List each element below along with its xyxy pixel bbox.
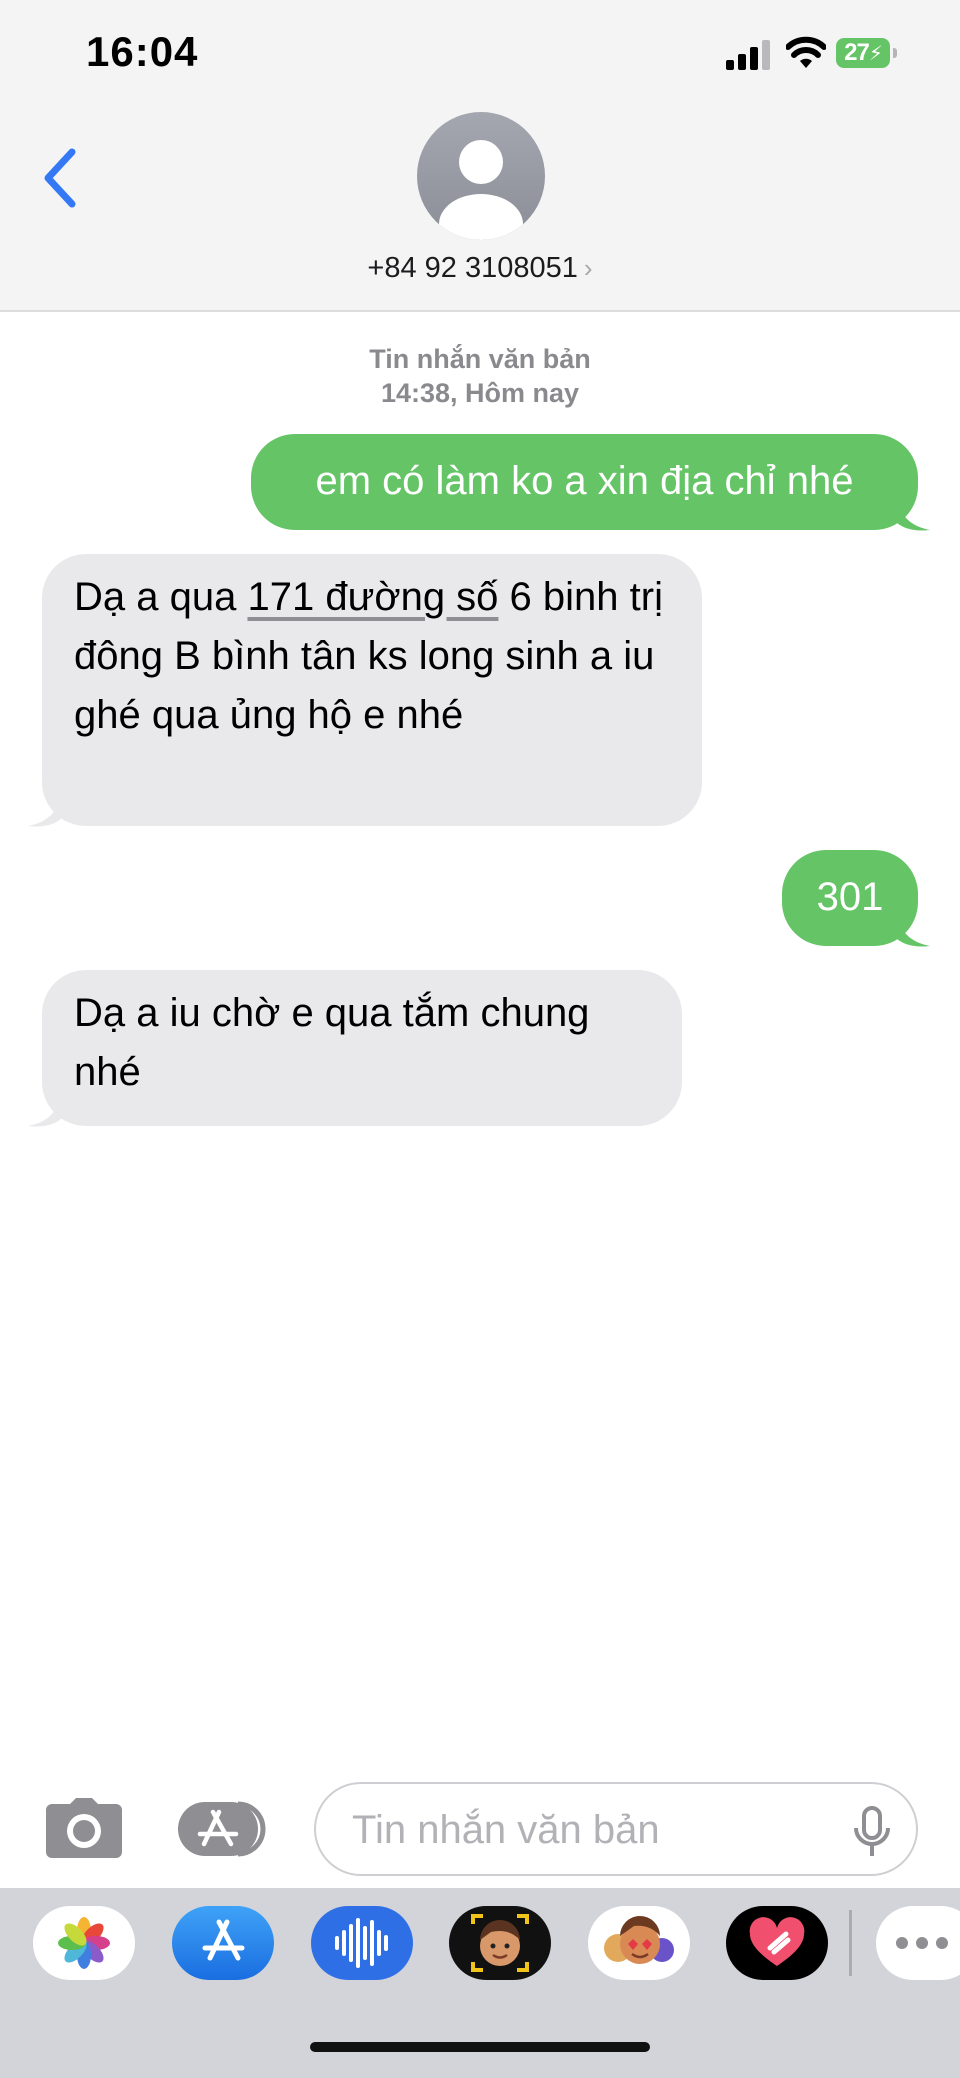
drawer-divider xyxy=(849,1910,852,1976)
audio-message-icon[interactable] xyxy=(311,1906,413,1980)
app-store-icon[interactable] xyxy=(172,1906,274,1980)
photos-icon[interactable] xyxy=(33,1906,135,1980)
microphone-icon[interactable] xyxy=(852,1806,892,1858)
timestamp-label: Tin nhắn văn bản xyxy=(369,344,591,374)
contact-number: +84 92 3108051 xyxy=(367,252,578,284)
message-input-field[interactable] xyxy=(314,1782,918,1876)
message-text: 301 xyxy=(816,875,884,919)
chevron-right-icon: › xyxy=(583,253,593,283)
contact-name[interactable]: +84 92 3108051 › xyxy=(0,252,960,285)
back-chevron-icon[interactable] xyxy=(40,146,80,210)
address-link[interactable]: 171 đường số xyxy=(247,575,498,619)
timestamp-time: 14:38, Hôm nay xyxy=(380,378,580,408)
memoji-stickers-icon[interactable] xyxy=(449,1906,551,1980)
outgoing-message-bubble[interactable]: em có làm ko a xin địa chỉ nhé xyxy=(251,434,918,530)
message-text: em có làm ko a xin địa chỉ nhé xyxy=(315,459,854,503)
digital-touch-icon[interactable] xyxy=(726,1906,828,1980)
more-icon[interactable] xyxy=(876,1906,960,1980)
animoji-icon[interactable] xyxy=(588,1906,690,1980)
incoming-message-bubble[interactable]: Dạ a qua 171 đường số 6 binh trị đông B … xyxy=(42,554,702,826)
bubble-tail xyxy=(28,792,62,827)
message-text: Dạ a qua xyxy=(74,575,248,619)
person-icon xyxy=(439,140,523,240)
bubble-tail xyxy=(28,1092,62,1127)
cellular-signal-icon xyxy=(726,40,770,70)
battery-icon: 27⚡ xyxy=(836,38,897,68)
message-timestamp: Tin nhắn văn bản 14:38, Hôm nay xyxy=(0,342,960,410)
home-indicator[interactable] xyxy=(310,2042,650,2052)
wifi-icon xyxy=(786,36,826,68)
apps-button[interactable] xyxy=(176,1800,276,1858)
message-input[interactable] xyxy=(350,1802,834,1858)
bubble-tail xyxy=(896,496,930,531)
bubble-tail xyxy=(896,912,930,947)
battery-level: 27 xyxy=(844,39,870,66)
incoming-message-bubble[interactable]: Dạ a iu chờ e qua tắm chung nhé xyxy=(42,970,682,1126)
conversation-header: 16:04 27⚡ +84 92 3108051 › xyxy=(0,0,960,312)
message-text: Dạ a iu chờ e qua tắm chung nhé xyxy=(74,991,590,1094)
status-time: 16:04 xyxy=(86,28,199,75)
app-drawer xyxy=(0,1888,960,2078)
camera-icon[interactable] xyxy=(44,1796,124,1860)
contact-avatar[interactable] xyxy=(417,112,545,240)
